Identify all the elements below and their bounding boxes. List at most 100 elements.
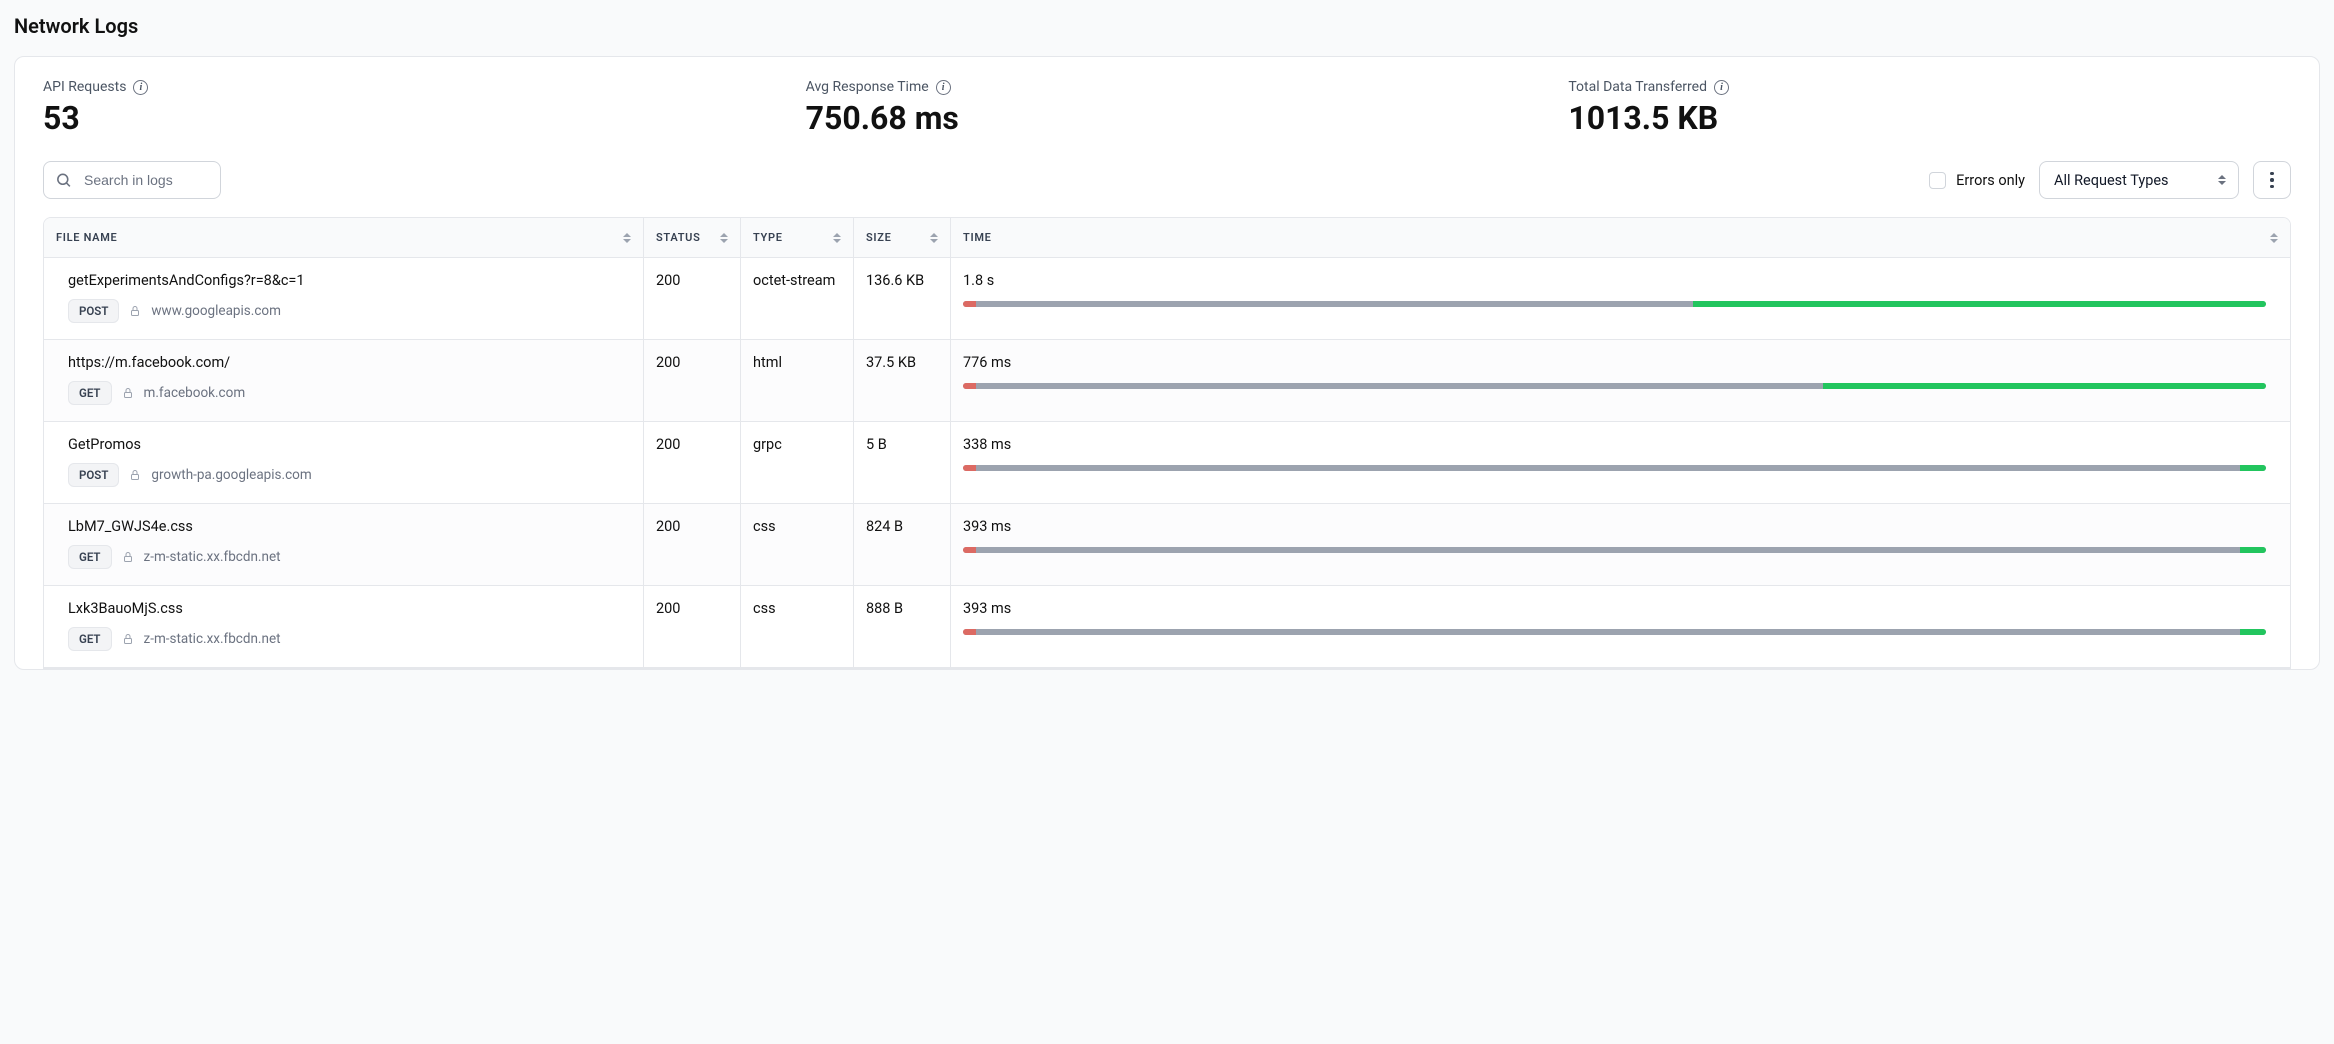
request-filename: getExperimentsAndConfigs?r=8&c=1	[68, 272, 631, 289]
time-value: 1.8 s	[963, 272, 2266, 289]
sort-icon	[720, 233, 728, 243]
cell-status: 200	[644, 340, 741, 421]
search-wrap	[43, 161, 221, 199]
cell-size: 888 B	[854, 586, 951, 667]
cell-time: 393 ms	[951, 586, 2290, 667]
method-badge: GET	[68, 381, 112, 405]
metrics-row: API Requests i 53 Avg Response Time i 75…	[15, 57, 2319, 151]
cell-size: 136.6 KB	[854, 258, 951, 339]
col-size[interactable]: SIZE	[854, 218, 951, 257]
cell-filename: LbM7_GWJS4e.css GET z-m-static.xx.fbcdn.ne…	[44, 504, 644, 585]
table-row[interactable]: Lxk3BauoMjS.css GET z-m-static.xx.fbcdn.ne…	[44, 586, 2290, 668]
page-title: Network Logs	[14, 14, 2320, 38]
sort-icon	[833, 233, 841, 243]
method-badge: POST	[68, 463, 119, 487]
metric-api-requests: API Requests i 53	[43, 79, 766, 137]
cell-status: 200	[644, 586, 741, 667]
cell-filename: GetPromosPOSTgrowth-pa.googleapis.com	[44, 422, 644, 503]
table-row[interactable]: LbM7_GWJS4e.css GET z-m-static.xx.fbcdn.ne…	[44, 504, 2290, 586]
info-icon[interactable]: i	[1714, 80, 1729, 95]
cell-filename: Lxk3BauoMjS.css GET z-m-static.xx.fbcdn.ne…	[44, 586, 644, 667]
toolbar: Errors only All Request Types	[15, 151, 2319, 217]
method-badge: GET	[68, 545, 112, 569]
info-icon[interactable]: i	[133, 80, 148, 95]
time-value: 338 ms	[963, 436, 2266, 453]
request-host: z-m-static.xx.fbcdn.net	[144, 631, 281, 647]
request-type-filter[interactable]: All Request Types	[2039, 161, 2239, 199]
col-label: STATUS	[656, 231, 701, 244]
col-label: SIZE	[866, 231, 892, 244]
timing-bar	[963, 547, 2266, 553]
lock-icon	[129, 468, 141, 482]
cell-status: 200	[644, 504, 741, 585]
cell-time: 1.8 s	[951, 258, 2290, 339]
time-value: 776 ms	[963, 354, 2266, 371]
table-body: getExperimentsAndConfigs?r=8&c=1POSTwww.…	[44, 258, 2290, 668]
request-filename: https://m.facebook.com/	[68, 354, 631, 371]
errors-only-toggle[interactable]: Errors only	[1929, 172, 2025, 189]
col-label: FILE NAME	[56, 231, 117, 244]
request-host: z-m-static.xx.fbcdn.net	[144, 549, 281, 565]
metric-label: Avg Response Time	[806, 79, 929, 95]
request-host: growth-pa.googleapis.com	[151, 467, 311, 483]
method-badge: GET	[68, 627, 112, 651]
search-icon	[55, 172, 72, 189]
cell-filename: getExperimentsAndConfigs?r=8&c=1POSTwww.…	[44, 258, 644, 339]
table-row[interactable]: getExperimentsAndConfigs?r=8&c=1POSTwww.…	[44, 258, 2290, 340]
cell-type: css	[741, 586, 854, 667]
timing-bar	[963, 465, 2266, 471]
col-label: TYPE	[753, 231, 783, 244]
table-row[interactable]: GetPromosPOSTgrowth-pa.googleapis.com200…	[44, 422, 2290, 504]
info-icon[interactable]: i	[936, 80, 951, 95]
logs-table: FILE NAME STATUS TYPE SIZE TIME getExper…	[43, 217, 2291, 669]
table-row[interactable]: https://m.facebook.com/GET m.facebook.com…	[44, 340, 2290, 422]
col-time[interactable]: TIME	[951, 218, 2290, 257]
lock-icon	[122, 550, 134, 564]
metric-data-transferred: Total Data Transferred i 1013.5 KB	[1568, 79, 2291, 137]
lock-icon	[122, 632, 134, 646]
cell-type: grpc	[741, 422, 854, 503]
metric-value: 1013.5 KB	[1568, 99, 2291, 137]
cell-type: css	[741, 504, 854, 585]
table-header: FILE NAME STATUS TYPE SIZE TIME	[44, 218, 2290, 258]
time-value: 393 ms	[963, 600, 2266, 617]
sort-icon	[623, 233, 631, 243]
network-logs-card: API Requests i 53 Avg Response Time i 75…	[14, 56, 2320, 670]
errors-only-label: Errors only	[1956, 172, 2025, 189]
cell-time: 393 ms	[951, 504, 2290, 585]
col-type[interactable]: TYPE	[741, 218, 854, 257]
cell-status: 200	[644, 258, 741, 339]
sort-icon	[930, 233, 938, 243]
filter-label: All Request Types	[2054, 172, 2169, 189]
cell-filename: https://m.facebook.com/GET m.facebook.com	[44, 340, 644, 421]
request-filename: LbM7_GWJS4e.css	[68, 518, 631, 535]
cell-time: 776 ms	[951, 340, 2290, 421]
request-host: m.facebook.com	[144, 385, 246, 401]
cell-size: 5 B	[854, 422, 951, 503]
request-filename: Lxk3BauoMjS.css	[68, 600, 631, 617]
time-value: 393 ms	[963, 518, 2266, 535]
col-label: TIME	[963, 231, 992, 244]
timing-bar	[963, 301, 2266, 307]
checkbox-icon[interactable]	[1929, 172, 1946, 189]
chevrons-icon	[2218, 175, 2226, 185]
metric-value: 53	[43, 99, 766, 137]
metric-value: 750.68 ms	[806, 99, 1529, 137]
lock-icon	[129, 304, 141, 318]
kebab-icon	[2270, 172, 2274, 189]
lock-icon	[122, 386, 134, 400]
method-badge: POST	[68, 299, 119, 323]
cell-type: html	[741, 340, 854, 421]
metric-avg-response: Avg Response Time i 750.68 ms	[806, 79, 1529, 137]
timing-bar	[963, 629, 2266, 635]
cell-type: octet-stream	[741, 258, 854, 339]
timing-bar	[963, 383, 2266, 389]
col-status[interactable]: STATUS	[644, 218, 741, 257]
cell-time: 338 ms	[951, 422, 2290, 503]
metric-label: API Requests	[43, 79, 126, 95]
cell-size: 37.5 KB	[854, 340, 951, 421]
metric-label: Total Data Transferred	[1568, 79, 1707, 95]
col-filename[interactable]: FILE NAME	[44, 218, 644, 257]
more-menu-button[interactable]	[2253, 161, 2291, 199]
cell-size: 824 B	[854, 504, 951, 585]
